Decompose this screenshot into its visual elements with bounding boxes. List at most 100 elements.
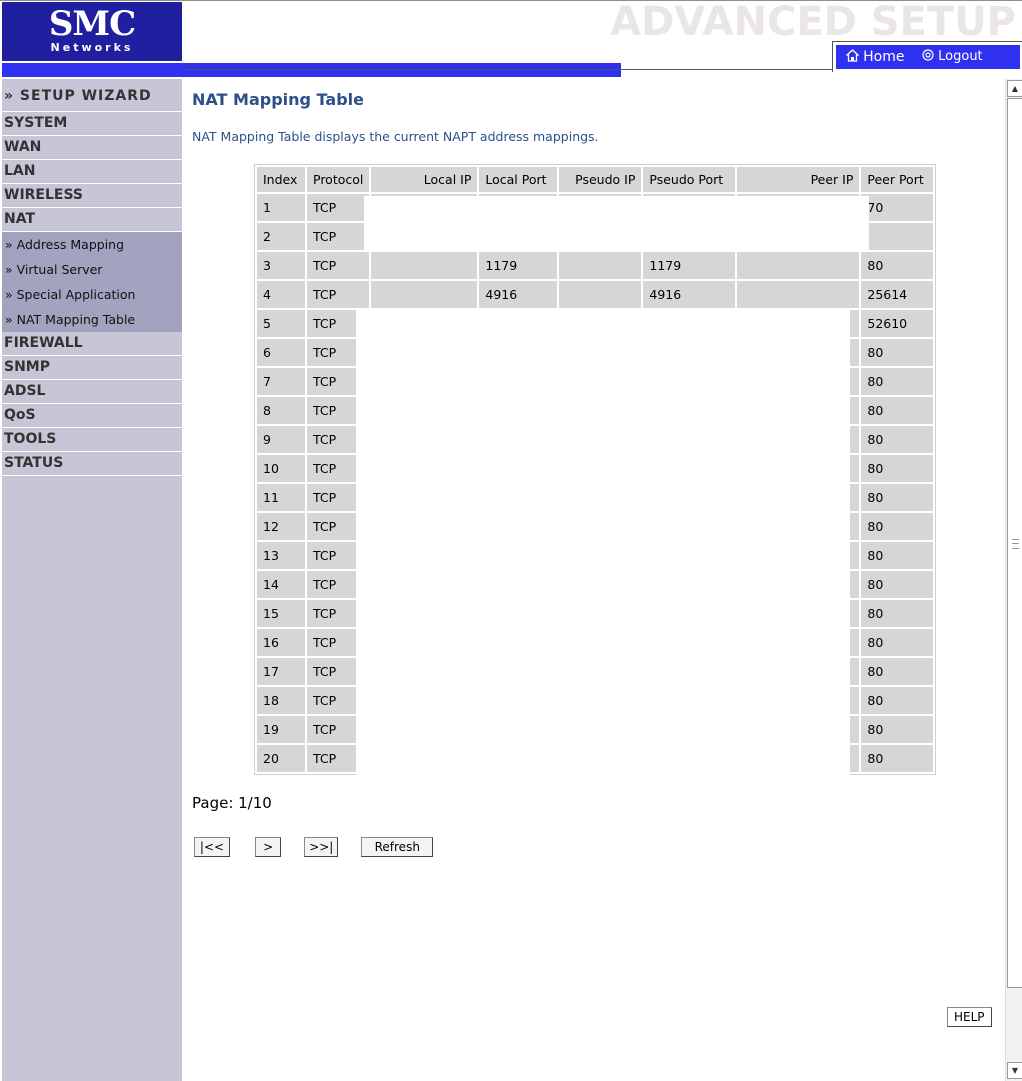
cell-index: 19 [257, 716, 305, 743]
nat-table-wrapper: Index Protocol Local IP Local Port Pseud… [254, 164, 937, 776]
cell-peer-port: 80 [861, 426, 934, 453]
cell-peer-port: 80 [861, 339, 934, 366]
sidebar-item-nat[interactable]: NAT [2, 208, 182, 232]
sidebar-item-tools[interactable]: TOOLS [2, 428, 182, 452]
sidebar-item-status[interactable]: STATUS [2, 452, 182, 476]
sidebar-subitem-virtual-server[interactable]: » Virtual Server [2, 257, 182, 282]
cell-peer-port: 80 [861, 513, 934, 540]
next-page-button[interactable]: > [255, 837, 282, 857]
first-page-button[interactable]: |<< [194, 837, 230, 857]
home-label: Home [863, 49, 905, 65]
power-icon [922, 49, 938, 64]
cell-peer-port: 80 [861, 745, 934, 772]
cell-protocol: TCP [307, 252, 370, 279]
cell-peer-port: 80 [861, 484, 934, 511]
cell-index: 16 [257, 629, 305, 656]
cell-index: 13 [257, 542, 305, 569]
cell-pseudo-ip [559, 281, 642, 308]
refresh-button[interactable]: Refresh [361, 837, 434, 857]
col-header-pseudo-port: Pseudo Port [643, 167, 736, 192]
cell-index: 8 [257, 397, 305, 424]
cell-index: 17 [257, 658, 305, 685]
col-header-peer-ip: Peer IP [737, 167, 860, 192]
vertical-scrollbar[interactable]: ▲ ▼ [1005, 79, 1022, 1081]
page-title: NAT Mapping Table [192, 90, 364, 109]
cell-peer-port [861, 223, 934, 250]
redaction-mask [356, 310, 850, 776]
sidebar-item-wan[interactable]: WAN [2, 136, 182, 160]
cell-pseudo-port: 4916 [643, 281, 736, 308]
cell-index: 1 [257, 194, 305, 221]
cell-index: 20 [257, 745, 305, 772]
cell-index: 7 [257, 368, 305, 395]
scroll-down-button[interactable]: ▼ [1007, 1062, 1022, 1079]
cell-peer-port: 80 [861, 542, 934, 569]
cell-index: 11 [257, 484, 305, 511]
cell-peer-port: 80 [861, 252, 934, 279]
cell-peer-ip [737, 281, 860, 308]
pager: |<< > >>| Refresh [194, 836, 447, 857]
cell-index: 2 [257, 223, 305, 250]
cell-peer-port: 80 [861, 716, 934, 743]
cell-index: 18 [257, 687, 305, 714]
cell-local-port: 1179 [479, 252, 558, 279]
cell-index: 3 [257, 252, 305, 279]
top-nav: Home Logout [836, 45, 1020, 69]
cell-peer-ip [737, 252, 860, 279]
logout-label: Logout [938, 49, 983, 64]
scroll-grip-icon [1012, 539, 1019, 549]
header-blue-bar [2, 63, 621, 77]
logo-main-text: SMC [48, 4, 136, 44]
sidebar-subitem-nat-mapping-table[interactable]: » NAT Mapping Table [2, 307, 182, 332]
home-link[interactable]: Home [845, 49, 905, 65]
sidebar-item-firewall[interactable]: FIREWALL [2, 332, 182, 356]
main-content: NAT Mapping Table NAT Mapping Table disp… [192, 84, 1002, 857]
cell-index: 10 [257, 455, 305, 482]
header-title: ADVANCED SETUP [610, 0, 1016, 45]
cell-protocol: TCP [307, 194, 370, 221]
sidebar: » SETUP WIZARD SYSTEM WAN LAN WIRELESS N… [2, 79, 182, 1081]
logout-link[interactable]: Logout [922, 49, 983, 64]
cell-index: 6 [257, 339, 305, 366]
cell-peer-port: 25614 [861, 281, 934, 308]
help-button[interactable]: HELP [947, 1007, 992, 1027]
scroll-up-button[interactable]: ▲ [1007, 80, 1022, 97]
cell-index: 14 [257, 571, 305, 598]
last-page-button[interactable]: >>| [304, 837, 339, 857]
cell-index: 15 [257, 600, 305, 627]
col-header-peer-port: Peer Port [861, 167, 934, 192]
home-icon [845, 49, 863, 65]
cell-protocol: TCP [307, 223, 370, 250]
cell-pseudo-ip [559, 252, 642, 279]
sidebar-subitem-address-mapping[interactable]: » Address Mapping [2, 232, 182, 257]
scroll-thumb[interactable] [1007, 98, 1022, 988]
cell-peer-port: 80 [861, 687, 934, 714]
smc-logo: SMC Networks [2, 2, 182, 61]
cell-peer-port: 80 [861, 600, 934, 627]
sidebar-item-qos[interactable]: QoS [2, 404, 182, 428]
sidebar-item-wireless[interactable]: WIRELESS [2, 184, 182, 208]
sidebar-item-system[interactable]: SYSTEM [2, 112, 182, 136]
sidebar-item-adsl[interactable]: ADSL [2, 380, 182, 404]
cell-peer-port: 80 [861, 629, 934, 656]
table-row: 3 TCP 1179 1179 80 [257, 252, 934, 279]
nat-submenu: » Address Mapping » Virtual Server » Spe… [2, 232, 182, 332]
redaction-mask [364, 196, 869, 252]
page-description: NAT Mapping Table displays the current N… [192, 129, 599, 144]
sidebar-item-setup-wizard[interactable]: » SETUP WIZARD [2, 79, 182, 112]
col-header-pseudo-ip: Pseudo IP [559, 167, 642, 192]
table-header-row: Index Protocol Local IP Local Port Pseud… [257, 167, 934, 192]
cell-protocol: TCP [307, 281, 370, 308]
cell-peer-port: 80 [861, 455, 934, 482]
cell-local-ip [371, 252, 478, 279]
cell-index: 4 [257, 281, 305, 308]
cell-peer-port: 80 [861, 368, 934, 395]
sidebar-item-lan[interactable]: LAN [2, 160, 182, 184]
cell-peer-port: 80 [861, 571, 934, 598]
col-header-protocol: Protocol [307, 167, 370, 192]
cell-index: 5 [257, 310, 305, 337]
header-rule [182, 69, 832, 70]
col-header-local-ip: Local IP [371, 167, 478, 192]
sidebar-subitem-special-application[interactable]: » Special Application [2, 282, 182, 307]
sidebar-item-snmp[interactable]: SNMP [2, 356, 182, 380]
